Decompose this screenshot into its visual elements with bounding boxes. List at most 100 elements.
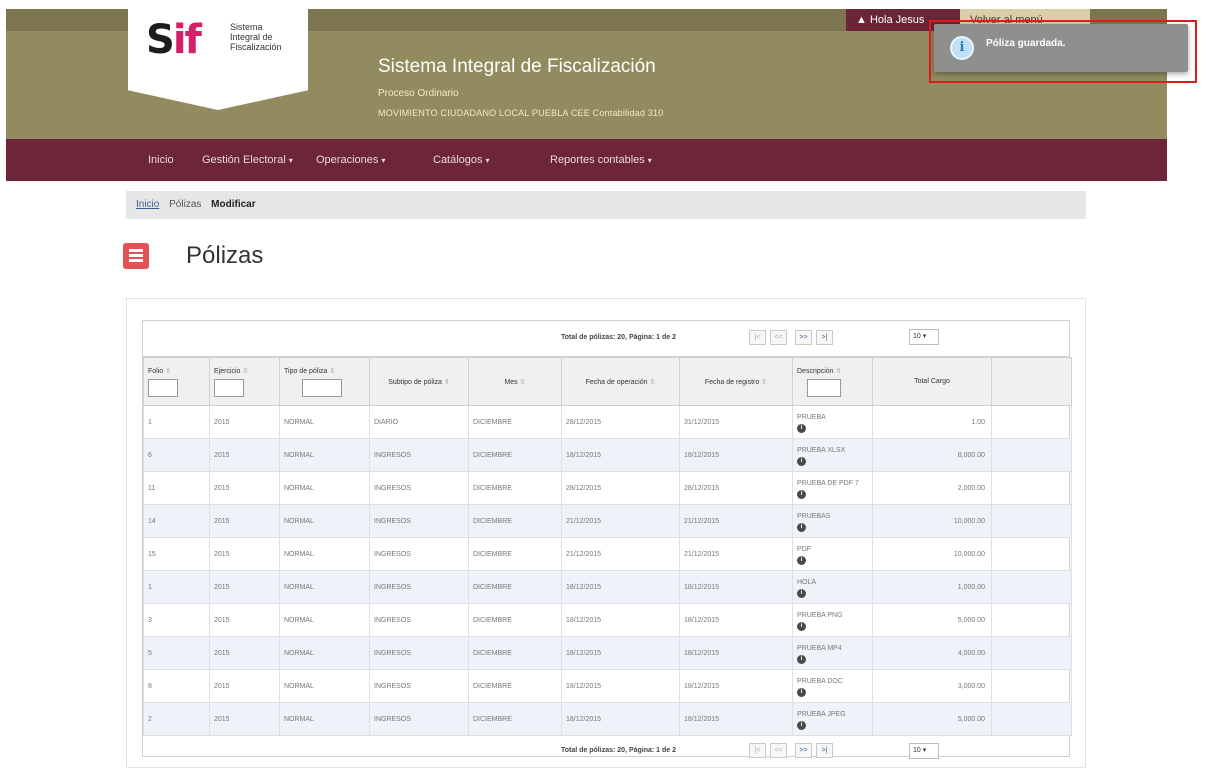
highlight-outline	[929, 20, 1197, 83]
column-label: Folio	[148, 367, 164, 375]
cell-actions	[991, 570, 1072, 604]
table-row[interactable]: 2 2015 NORMAL INGRESOS DICIEMBRE 18/12/2…	[143, 702, 1072, 736]
table-row[interactable]: 6 2015 NORMAL INGRESOS DICIEMBRE 18/12/2…	[143, 438, 1072, 472]
first-page-button[interactable]: |<	[749, 330, 766, 345]
table-row[interactable]: 1 2015 NORMAL INGRESOS DICIEMBRE 18/12/2…	[143, 570, 1072, 604]
cell-fecha-registro: 18/12/2015	[679, 570, 793, 604]
cell-total-cargo: 5,000.00	[872, 603, 992, 637]
next-page-button[interactable]: >>	[795, 743, 812, 758]
nav-item-catalogos[interactable]: Catálogos ▾	[433, 139, 490, 181]
column-header-tipo[interactable]: Tipo de póliza ⇳	[279, 357, 370, 406]
ejercicio-filter-input[interactable]	[214, 378, 244, 397]
info-icon[interactable]: i	[797, 589, 806, 598]
cell-actions	[991, 603, 1072, 637]
column-header-mes[interactable]: Mes ⇳	[468, 357, 562, 406]
cell-total-cargo: 1,000.00	[872, 570, 992, 604]
cell-subtipo: DIARIO	[369, 405, 469, 439]
sif-logo[interactable]: Sif Sistema Integral de Fiscalización	[128, 0, 308, 110]
folio-filter-input[interactable]	[148, 378, 178, 397]
cell-actions	[991, 471, 1072, 505]
cell-tipo: NORMAL	[279, 636, 370, 670]
info-icon[interactable]: i	[797, 622, 806, 631]
cell-descripcion: HOLA i	[792, 570, 873, 604]
prev-page-button[interactable]: <<	[770, 743, 787, 758]
cell-descripcion: PRUEBA XLSX i	[792, 438, 873, 472]
description-text: HOLA	[797, 579, 817, 586]
table-row[interactable]: 3 2015 NORMAL INGRESOS DICIEMBRE 18/12/2…	[143, 603, 1072, 637]
table-header-row: Folio ⇳ Ejercicio ⇳ Tipo de póliza ⇳ Subtip…	[143, 357, 1072, 406]
cell-tipo: NORMAL	[279, 471, 370, 505]
table-row[interactable]: 1 2015 NORMAL DIARIO DICIEMBRE 28/12/201…	[143, 405, 1072, 439]
cell-ejercicio: 2015	[209, 405, 280, 439]
info-icon[interactable]: i	[797, 688, 806, 697]
column-header-total-cargo[interactable]: Total Cargo	[872, 357, 992, 406]
polizas-table: Folio ⇳ Ejercicio ⇳ Tipo de póliza ⇳ Subtip…	[143, 357, 1072, 736]
cell-total-cargo: 4,000.00	[872, 636, 992, 670]
table-row[interactable]: 14 2015 NORMAL INGRESOS DICIEMBRE 21/12/…	[143, 504, 1072, 538]
main-nav: Inicio Gestión Electoral ▾ Operaciones ▾ C…	[6, 139, 1167, 181]
last-page-button[interactable]: >|	[816, 330, 833, 345]
column-header-ejercicio[interactable]: Ejercicio ⇳	[209, 357, 280, 406]
description-text: PRUEBA JPEG	[797, 711, 846, 718]
prev-page-button[interactable]: <<	[770, 330, 787, 345]
cell-descripcion: PDF i	[792, 537, 873, 571]
tipo-filter-input[interactable]	[302, 378, 342, 397]
nav-item-label: Operaciones	[316, 154, 379, 166]
table-row[interactable]: 11 2015 NORMAL INGRESOS DICIEMBRE 28/12/…	[143, 471, 1072, 505]
info-icon[interactable]: i	[797, 457, 806, 466]
cell-actions	[991, 504, 1072, 538]
cell-mes: DICIEMBRE	[468, 603, 562, 637]
column-label: Descripción	[797, 367, 834, 375]
nav-item-label: Reportes contables	[550, 154, 645, 166]
cell-total-cargo: 10,000.00	[872, 504, 992, 538]
cell-mes: DICIEMBRE	[468, 669, 562, 703]
page-size-select[interactable]: 10 ▾	[909, 329, 939, 345]
cell-total-cargo: 10,000.00	[872, 537, 992, 571]
info-icon[interactable]: i	[797, 655, 806, 664]
cell-actions	[991, 405, 1072, 439]
chevron-down-icon: ▾	[485, 156, 490, 165]
cell-subtipo: INGRESOS	[369, 636, 469, 670]
list-icon	[123, 243, 149, 269]
descripcion-filter-input[interactable]	[807, 378, 841, 397]
info-icon[interactable]: i	[797, 490, 806, 499]
cell-subtipo: INGRESOS	[369, 504, 469, 538]
column-header-fecha-operacion[interactable]: Fecha de operación ⇳	[561, 357, 680, 406]
cell-fecha-operacion: 18/12/2015	[561, 636, 680, 670]
column-header-fecha-registro[interactable]: Fecha de registro ⇳	[679, 357, 793, 406]
cell-fecha-operacion: 18/12/2015	[561, 570, 680, 604]
nav-item-reportes-contables[interactable]: Reportes contables ▾	[550, 139, 652, 181]
column-label: Fecha de operación	[585, 378, 648, 386]
last-page-button[interactable]: >|	[816, 743, 833, 758]
info-icon[interactable]: i	[797, 556, 806, 565]
column-header-folio[interactable]: Folio ⇳	[143, 357, 210, 406]
nav-item-gestion-electoral[interactable]: Gestión Electoral ▾	[202, 139, 293, 181]
cell-tipo: NORMAL	[279, 669, 370, 703]
logo-line-3: Fiscalización	[230, 42, 282, 52]
column-header-descripcion[interactable]: Descripción ⇳	[792, 357, 873, 406]
column-header-subtipo[interactable]: Subtipo de póliza ⇳	[369, 357, 469, 406]
table-row[interactable]: 8 2015 NORMAL INGRESOS DICIEMBRE 18/12/2…	[143, 669, 1072, 703]
cell-fecha-registro: 21/12/2015	[679, 537, 793, 571]
info-icon[interactable]: i	[797, 523, 806, 532]
breadcrumb-polizas[interactable]: Pólizas	[169, 199, 201, 210]
description-text: PRUEBA DE PDF 7	[797, 480, 859, 487]
chevron-down-icon: ▾	[647, 156, 652, 165]
cell-tipo: NORMAL	[279, 438, 370, 472]
cell-ejercicio: 2015	[209, 504, 280, 538]
next-page-button[interactable]: >>	[795, 330, 812, 345]
first-page-button[interactable]: |<	[749, 743, 766, 758]
table-row[interactable]: 5 2015 NORMAL INGRESOS DICIEMBRE 18/12/2…	[143, 636, 1072, 670]
cell-descripcion: PRUEBA JPEG i	[792, 702, 873, 736]
info-icon[interactable]: i	[797, 721, 806, 730]
column-label: Fecha de registro	[704, 378, 760, 386]
column-label: Mes	[504, 378, 518, 386]
sort-icon: ⇳	[165, 367, 172, 375]
cell-total-cargo: 5,000.00	[872, 702, 992, 736]
info-icon[interactable]: i	[797, 424, 806, 433]
table-row[interactable]: 15 2015 NORMAL INGRESOS DICIEMBRE 21/12/…	[143, 537, 1072, 571]
nav-item-inicio[interactable]: Inicio	[148, 139, 174, 181]
nav-item-operaciones[interactable]: Operaciones ▾	[316, 139, 385, 181]
breadcrumb-inicio[interactable]: Inicio	[136, 199, 159, 210]
cell-fecha-operacion: 21/12/2015	[561, 504, 680, 538]
